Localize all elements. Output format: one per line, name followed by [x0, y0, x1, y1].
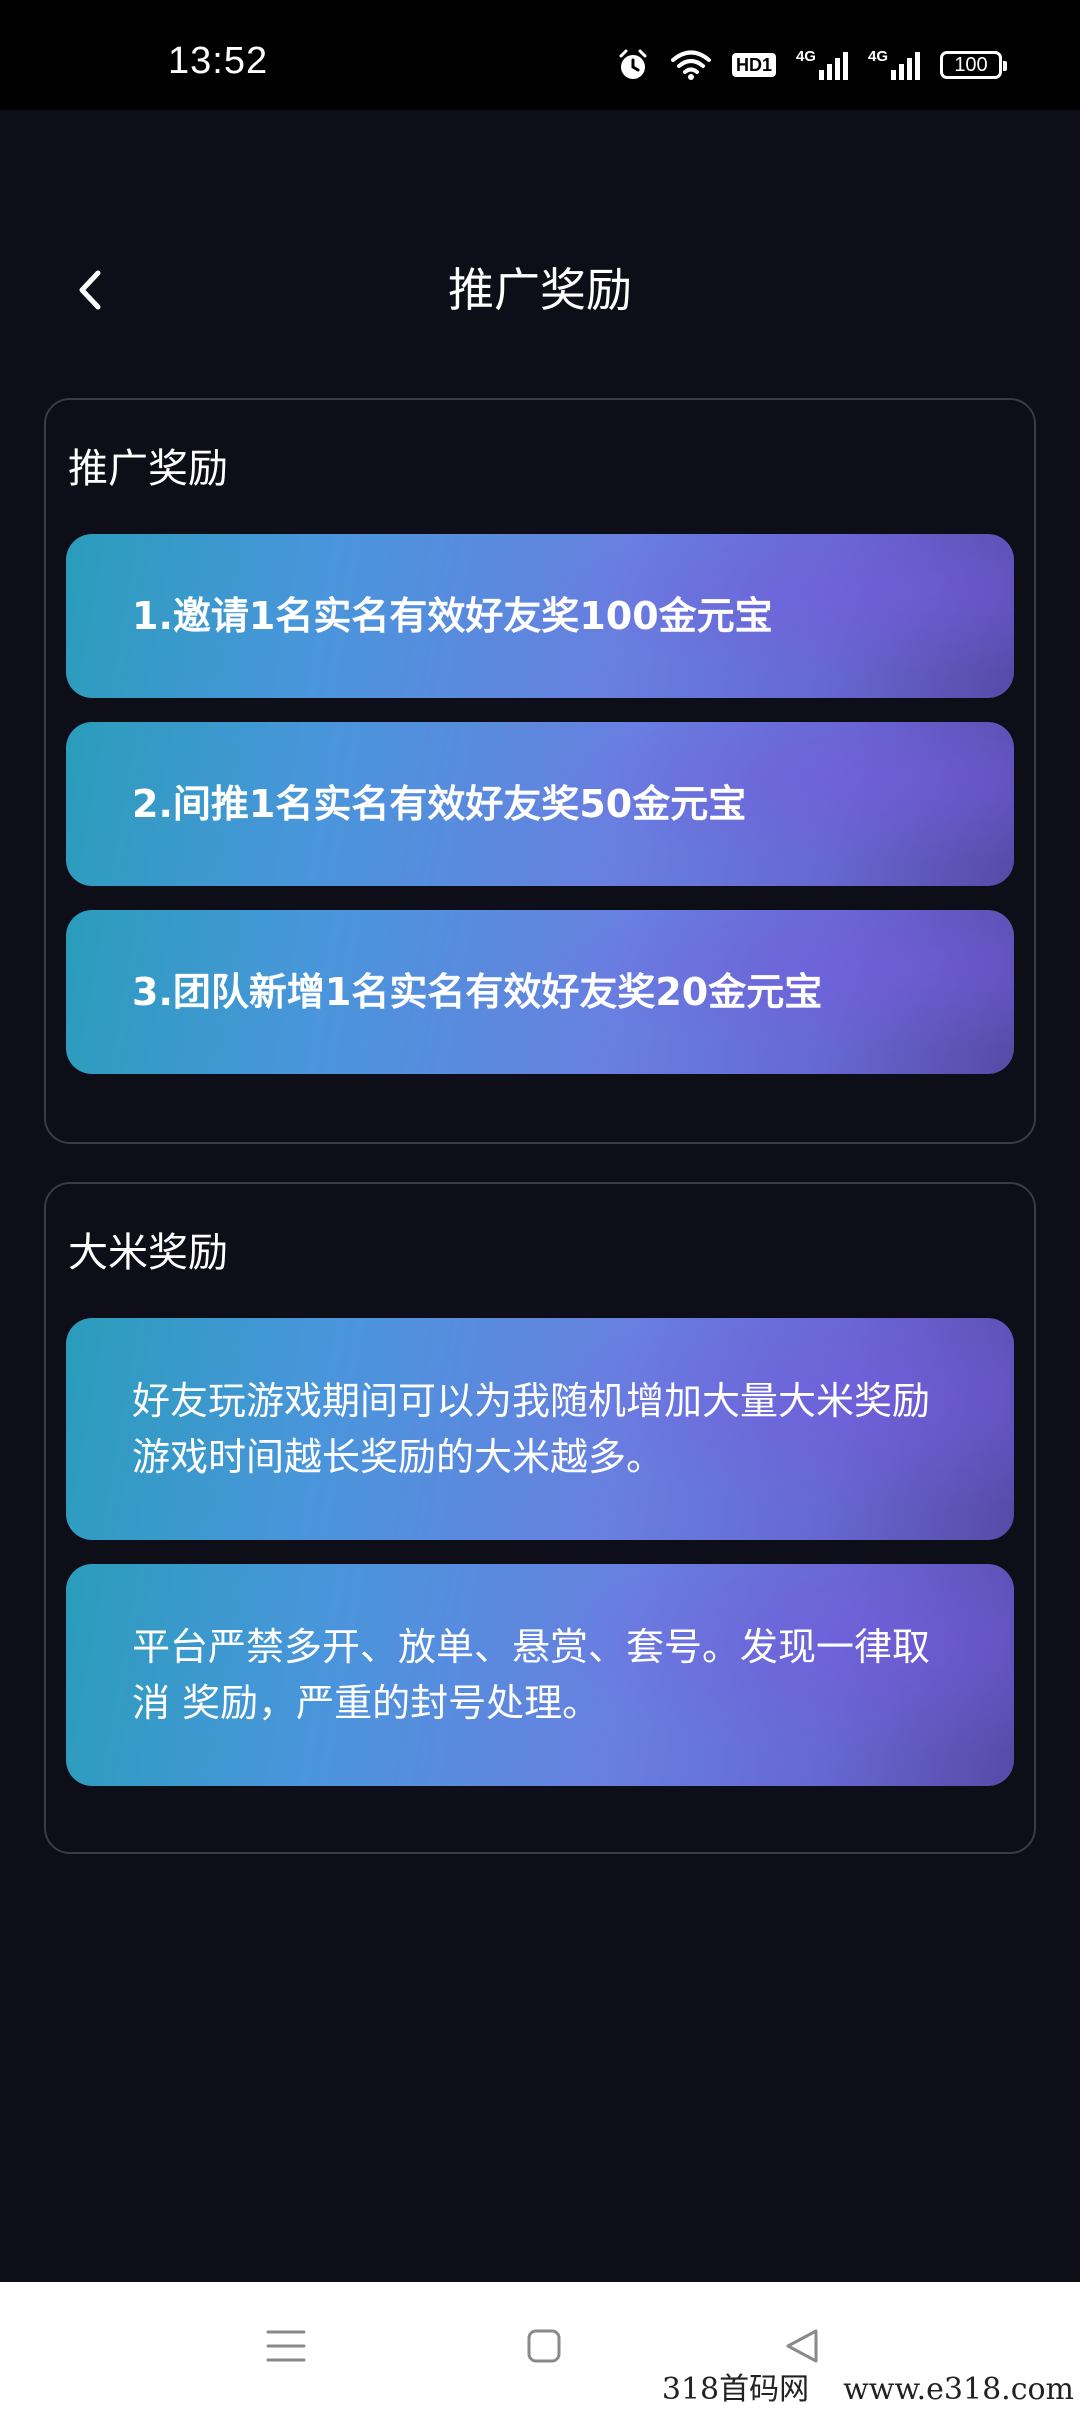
rice-panel: 大米奖励 好友玩游戏期间可以为我随机增加大量大米奖励 游戏时间越长奖励的大米越多…	[44, 1182, 1036, 1854]
watermark-left: 318首码网	[661, 2372, 810, 2407]
status-bar: 13:52 HD1 4G 4G 100	[0, 0, 1080, 110]
alarm-icon	[619, 49, 647, 79]
promotion-panel: 推广奖励 1.邀请1名实名有效好友奖100金元宝 2.间推1名实名有效好友奖50…	[44, 398, 1036, 1144]
promotion-item-invite[interactable]: 1.邀请1名实名有效好友奖100金元宝	[66, 534, 1014, 698]
rice-item-rules[interactable]: 平台严禁多开、放单、悬赏、套号。发现一律取消 奖励，严重的封号处理。	[66, 1564, 1014, 1786]
home-button[interactable]	[514, 2316, 574, 2376]
square-icon	[527, 2329, 561, 2363]
menu-icon	[266, 2330, 306, 2362]
promotion-item-team[interactable]: 3.团队新增1名实名有效好友奖20金元宝	[66, 910, 1014, 1074]
recent-apps-button[interactable]	[256, 2316, 316, 2376]
watermark-right: www.e318.com	[843, 2372, 1074, 2407]
status-time: 13:52	[168, 40, 269, 82]
rice-heading: 大米奖励	[68, 1230, 228, 1276]
page-title: 推广奖励	[448, 263, 632, 317]
signal-label-1: 4G	[795, 48, 816, 65]
wifi-icon	[670, 50, 711, 80]
watermark: 318首码网 www.e318.com	[662, 2364, 1074, 2408]
rice-item-play[interactable]: 好友玩游戏期间可以为我随机增加大量大米奖励 游戏时间越长奖励的大米越多。	[66, 1318, 1014, 1540]
battery-icon: 100	[940, 51, 1007, 79]
signal-label-2: 4G	[867, 48, 888, 65]
hd-badge: HD1	[731, 53, 776, 77]
promotion-item-indirect[interactable]: 2.间推1名实名有效好友奖50金元宝	[66, 722, 1014, 886]
promotion-heading: 推广奖励	[68, 446, 228, 492]
page-header: 推广奖励	[0, 250, 1080, 330]
triangle-back-icon	[786, 2329, 818, 2363]
signal-icon-2: 4G	[867, 48, 920, 80]
status-icons: HD1 4G 4G 100	[616, 48, 1007, 82]
navigation-bar: 318首码网 www.e318.com	[0, 2282, 1080, 2412]
signal-icon-1: 4G	[795, 48, 848, 80]
